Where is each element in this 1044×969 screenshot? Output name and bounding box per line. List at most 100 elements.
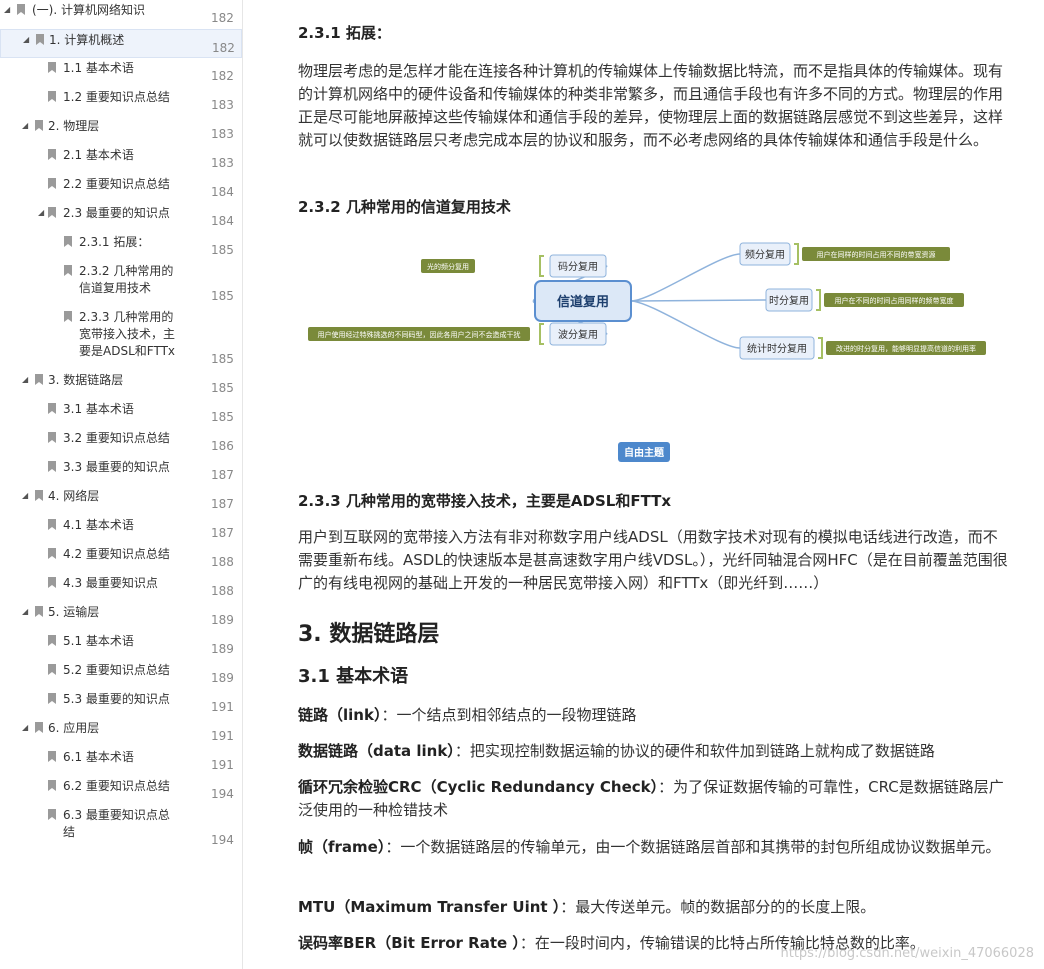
toc-item-label: 6. 应用层: [48, 721, 100, 735]
toc-item-page: 187: [211, 497, 234, 511]
toc-item-label: 3.1 基本术语: [63, 402, 134, 416]
toc-item-label: 3.3 最重要的知识点: [63, 460, 170, 474]
toc-item[interactable]: 5.2 重要知识点总结 189: [0, 660, 242, 689]
toc-item-label: 2. 物理层: [48, 119, 100, 133]
toc-item[interactable]: 3.2 重要知识点总结 186: [0, 428, 242, 457]
toc-item[interactable]: ◢ 2. 物理层 183: [0, 116, 242, 145]
toc-item-label: 6.1 基本术语: [63, 750, 134, 764]
toc-item[interactable]: ◢ 4. 网络层 187: [0, 486, 242, 515]
toc-item[interactable]: 4.1 基本术语 187: [0, 515, 242, 544]
toc-item-page: 189: [211, 613, 234, 627]
section-2-3-2-title: 2.3.2 几种常用的信道复用技术: [298, 198, 511, 216]
toc-item-label: 4.2 重要知识点总结: [63, 547, 170, 561]
branch-node-label: 统计时分复用: [747, 342, 807, 355]
bookmark-icon: [48, 664, 56, 675]
multiplexing-mindmap: 信道复用 码分复用 光的频分复用波分复用 用户使用经过特殊挑选的不同码型，因此各用户之…: [308, 242, 986, 462]
toc-item[interactable]: 2.1 基本术语 183: [0, 145, 242, 174]
toc-item-label: 5. 运输层: [48, 605, 100, 619]
toc-item[interactable]: 2.3.3 几种常用的 宽带接入技术，主 要是ADSL和FTTx 185: [0, 307, 242, 370]
toc-item-label: 1. 计算机概述: [49, 33, 125, 47]
collapse-arrow-icon[interactable]: ◢: [22, 121, 28, 130]
toc-item[interactable]: 6.3 最重要知识点总 结 194: [0, 805, 242, 851]
toc-item-label: 5.1 基本术语: [63, 634, 134, 648]
branch-node-label: 波分复用: [558, 328, 598, 341]
toc-sidebar: ◢ (一). 计算机网络知识 182 ◢ 1. 计算机概述 182 1.1 基本术语 182 1…: [0, 0, 243, 969]
section-2-3-3-text: 用户到互联网的宽带接入方法有非对称数字用户线ADSL（用数字技术对现有的模拟电话…: [298, 528, 1008, 592]
branch-note-text: 用户在同样的时间占用不同的带宽资源: [817, 250, 936, 259]
bookmark-icon: [48, 751, 56, 762]
toc-item[interactable]: ◢ 5. 运输层 189: [0, 602, 242, 631]
bookmark-icon: [36, 34, 44, 45]
bookmark-icon: [48, 519, 56, 530]
toc-item-page: 188: [211, 555, 234, 569]
section-2-3-1-title: 2.3.1 拓展：: [298, 24, 391, 42]
toc-item[interactable]: 4.3 最重要知识点 188: [0, 573, 242, 602]
term-definition: 数据链路（data link）：把实现控制数据运输的协议的硬件和软件加到链路上就…: [298, 740, 1008, 763]
branch-node-label: 码分复用: [558, 260, 598, 273]
term-definition: 帧（frame）：一个数据链路层的传输单元，由一个数据链路层首部和其携带的封包所…: [298, 836, 1008, 859]
collapse-arrow-icon[interactable]: ◢: [23, 35, 29, 44]
toc-item-label: 5.2 重要知识点总结: [63, 663, 170, 677]
bookmark-icon: [48, 432, 56, 443]
bookmark-icon: [17, 4, 25, 15]
toc-item-page: 188: [211, 584, 234, 598]
collapse-arrow-icon[interactable]: ◢: [22, 375, 28, 384]
center-node-label: 信道复用: [557, 294, 609, 310]
term-definition: 链路（link）：一个结点到相邻结点的一段物理链路: [298, 704, 1008, 727]
term-def: ：一个结点到相邻结点的一段物理链路: [381, 706, 637, 724]
toc-item-page: 182: [211, 69, 234, 83]
toc-item[interactable]: 1.1 基本术语 182: [0, 58, 242, 87]
term-def: ：一个数据链路层的传输单元，由一个数据链路层首部和其携带的封包所组成协议数据单元…: [385, 838, 1001, 856]
toc-item[interactable]: 2.2 重要知识点总结 184: [0, 174, 242, 203]
toc-item-page: 185: [211, 410, 234, 424]
toc-item-label: 2.2 重要知识点总结: [63, 177, 170, 191]
bookmark-icon: [64, 265, 72, 276]
toc-item-label: 4.3 最重要知识点: [63, 576, 158, 590]
collapse-arrow-icon[interactable]: ◢: [38, 208, 44, 217]
term-name: 数据链路（data link）: [298, 742, 455, 760]
toc-item-page: 183: [211, 98, 234, 112]
toc-item[interactable]: 3.1 基本术语 185: [0, 399, 242, 428]
toc-item[interactable]: 2.3.2 几种常用的 信道复用技术 185: [0, 261, 242, 307]
free-topic-label: 自由主题: [624, 446, 665, 459]
collapse-arrow-icon[interactable]: ◢: [22, 607, 28, 616]
toc-item-page: 194: [211, 787, 234, 801]
toc-item[interactable]: 5.1 基本术语 189: [0, 631, 242, 660]
bookmark-icon: [48, 548, 56, 559]
toc-item[interactable]: ◢ (一). 计算机网络知识 182: [0, 0, 242, 29]
bookmark-icon: [35, 374, 43, 385]
section-3-title: 3. 数据链路层: [298, 622, 440, 647]
toc-item[interactable]: 3.3 最重要的知识点 187: [0, 457, 242, 486]
toc-item[interactable]: 2.3.1 拓展： 185: [0, 232, 242, 261]
toc-item[interactable]: 6.1 基本术语 191: [0, 747, 242, 776]
bookmark-icon: [35, 606, 43, 617]
toc-item[interactable]: 1.2 重要知识点总结 183: [0, 87, 242, 116]
toc-item[interactable]: ◢ 1. 计算机概述 182: [0, 29, 242, 58]
toc-item-page: 185: [211, 289, 234, 303]
toc-item-label: 6.2 重要知识点总结: [63, 779, 170, 793]
bookmark-icon: [48, 461, 56, 472]
toc-item[interactable]: 5.3 最重要的知识点 191: [0, 689, 242, 718]
toc-item[interactable]: 6.2 重要知识点总结 194: [0, 776, 242, 805]
toc-item[interactable]: 4.2 重要知识点总结 188: [0, 544, 242, 573]
toc-item-page: 184: [211, 214, 234, 228]
toc-item-page: 185: [211, 352, 234, 366]
collapse-arrow-icon[interactable]: ◢: [4, 5, 10, 14]
collapse-arrow-icon[interactable]: ◢: [22, 723, 28, 732]
collapse-arrow-icon[interactable]: ◢: [22, 491, 28, 500]
toc-item-page: 189: [211, 642, 234, 656]
branch-node-label: 时分复用: [769, 294, 809, 307]
bookmark-icon: [48, 693, 56, 704]
toc-item[interactable]: ◢ 2.3 最重要的知识点 184: [0, 203, 242, 232]
toc-item-label: 3.2 重要知识点总结: [63, 431, 170, 445]
toc-item-label: 5.3 最重要的知识点: [63, 692, 170, 706]
term-definition: MTU（Maximum Transfer Uint ）：最大传送单元。帧的数据部…: [298, 896, 1008, 919]
bookmark-icon: [48, 62, 56, 73]
toc-item-page: 185: [211, 243, 234, 257]
section-2-3-3-title: 2.3.3 几种常用的宽带接入技术，主要是ADSL和FTTx: [298, 492, 672, 510]
toc-item-page: 184: [211, 185, 234, 199]
toc-item-label: 4.1 基本术语: [63, 518, 134, 532]
toc-item[interactable]: ◢ 6. 应用层 191: [0, 718, 242, 747]
toc-item[interactable]: ◢ 3. 数据链路层 185: [0, 370, 242, 399]
toc-item-label: 1.1 基本术语: [63, 61, 134, 75]
